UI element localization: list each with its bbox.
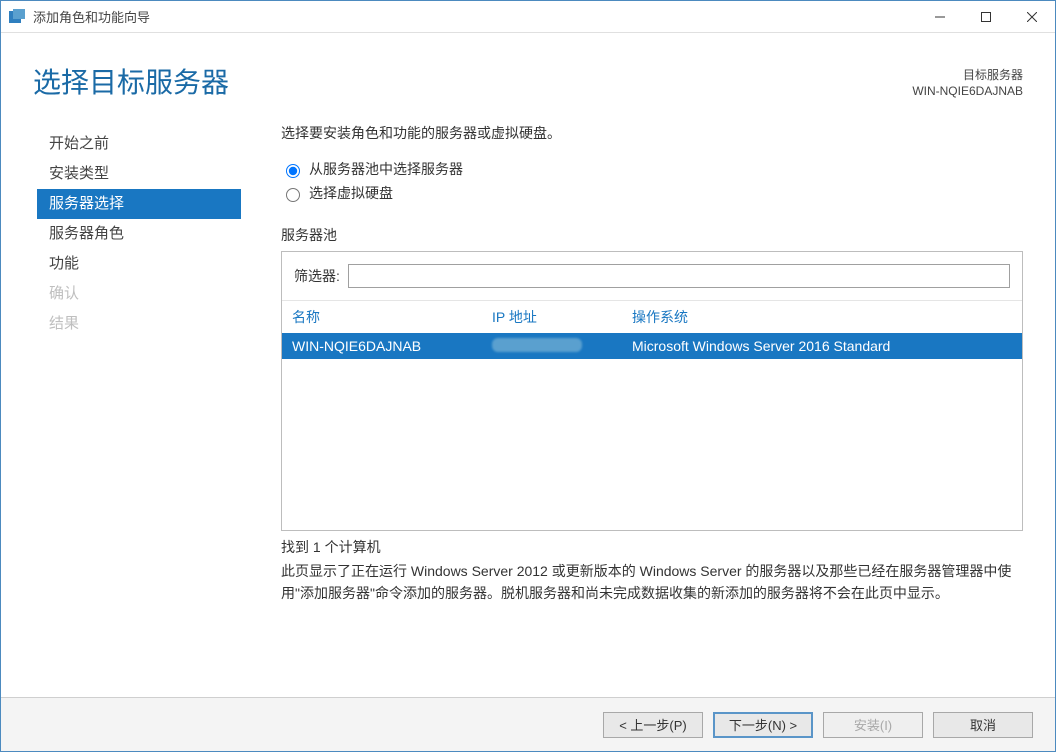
wizard-nav: 开始之前 安装类型 服务器选择 服务器角色 功能 确认 结果 [1, 123, 241, 697]
grid-header: 名称 IP 地址 操作系统 [282, 301, 1022, 333]
cell-ip [492, 338, 632, 355]
page-title: 选择目标服务器 [33, 61, 229, 101]
header: 选择目标服务器 目标服务器 WIN-NQIE6DAJNAB [1, 33, 1055, 109]
wizard-footer: < 上一步(P) 下一步(N) > 安装(I) 取消 [1, 697, 1055, 751]
body: 开始之前 安装类型 服务器选择 服务器角色 功能 确认 结果 选择要安装角色和功… [1, 109, 1055, 697]
nav-installation-type[interactable]: 安装类型 [37, 159, 241, 189]
nav-server-selection[interactable]: 服务器选择 [37, 189, 241, 219]
target-server-label: 目标服务器 [912, 67, 1023, 83]
minimize-button[interactable] [917, 1, 963, 33]
cell-name: WIN-NQIE6DAJNAB [292, 338, 492, 354]
target-server-name: WIN-NQIE6DAJNAB [912, 83, 1023, 99]
nav-confirmation: 确认 [37, 279, 241, 309]
window-title: 添加角色和功能向导 [33, 7, 150, 26]
col-header-ip[interactable]: IP 地址 [492, 307, 632, 327]
filter-input[interactable] [348, 264, 1010, 288]
nav-results: 结果 [37, 309, 241, 339]
explanation-text: 此页显示了正在运行 Windows Server 2012 或更新版本的 Win… [281, 561, 1023, 604]
radio-from-pool-label: 从服务器池中选择服务器 [309, 159, 463, 179]
install-button: 安装(I) [823, 712, 923, 738]
server-pool-box: 筛选器: 名称 IP 地址 操作系统 WIN-NQIE6DAJNAB Micro… [281, 251, 1023, 531]
radio-vhd-label: 选择虚拟硬盘 [309, 183, 393, 203]
radio-from-pool-input[interactable] [286, 164, 300, 178]
app-icon [9, 9, 25, 25]
col-header-name[interactable]: 名称 [292, 307, 492, 327]
radio-from-pool[interactable]: 从服务器池中选择服务器 [281, 159, 1023, 179]
cell-os: Microsoft Windows Server 2016 Standard [632, 338, 1012, 354]
ip-redacted [492, 338, 582, 352]
titlebar: 添加角色和功能向导 [1, 1, 1055, 33]
main-panel: 选择要安装角色和功能的服务器或虚拟硬盘。 从服务器池中选择服务器 选择虚拟硬盘 … [241, 123, 1023, 697]
cancel-button[interactable]: 取消 [933, 712, 1033, 738]
server-pool-label: 服务器池 [281, 225, 1023, 245]
filter-row: 筛选器: [282, 252, 1022, 301]
selection-radios: 从服务器池中选择服务器 选择虚拟硬盘 [281, 159, 1023, 207]
radio-vhd[interactable]: 选择虚拟硬盘 [281, 183, 1023, 203]
maximize-button[interactable] [963, 1, 1009, 33]
previous-button[interactable]: < 上一步(P) [603, 712, 703, 738]
radio-vhd-input[interactable] [286, 188, 300, 202]
wizard-window: 添加角色和功能向导 选择目标服务器 目标服务器 WIN-NQIE6DAJNAB … [0, 0, 1056, 752]
close-button[interactable] [1009, 1, 1055, 33]
found-count: 找到 1 个计算机 [281, 537, 1023, 557]
server-row[interactable]: WIN-NQIE6DAJNAB Microsoft Windows Server… [282, 333, 1022, 359]
col-header-os[interactable]: 操作系统 [632, 307, 1012, 327]
next-button[interactable]: 下一步(N) > [713, 712, 813, 738]
filter-label: 筛选器: [294, 266, 340, 286]
nav-server-roles[interactable]: 服务器角色 [37, 219, 241, 249]
nav-features[interactable]: 功能 [37, 249, 241, 279]
instruction-text: 选择要安装角色和功能的服务器或虚拟硬盘。 [281, 123, 1023, 143]
grid-body: WIN-NQIE6DAJNAB Microsoft Windows Server… [282, 333, 1022, 530]
target-server-info: 目标服务器 WIN-NQIE6DAJNAB [912, 61, 1023, 99]
nav-before-you-begin[interactable]: 开始之前 [37, 129, 241, 159]
window-controls [917, 1, 1055, 33]
